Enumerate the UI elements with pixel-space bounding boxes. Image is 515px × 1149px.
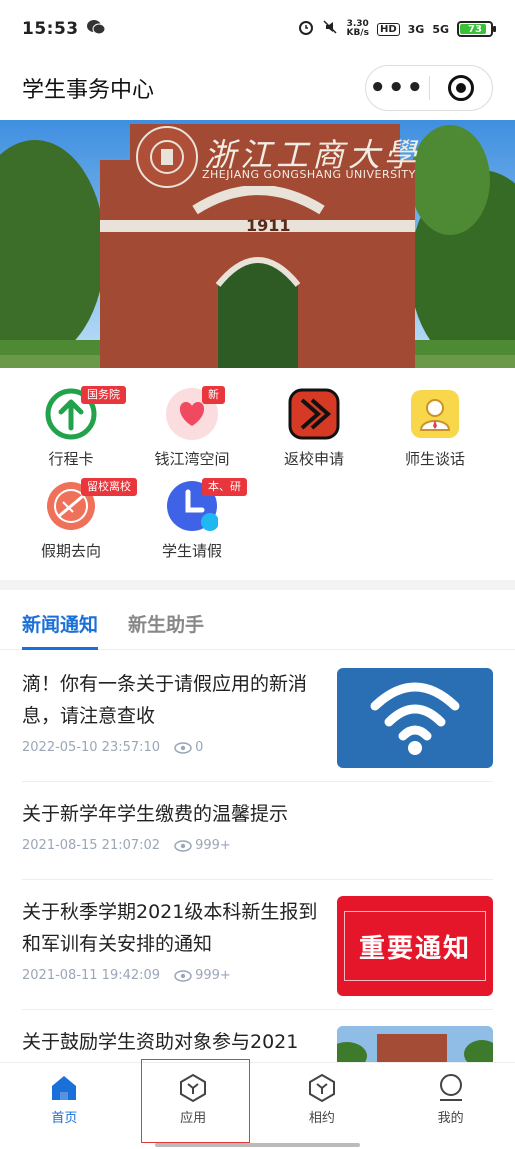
app-label: 假期去向 (40, 542, 101, 560)
important-notice-frame: 重要通知 (344, 911, 486, 981)
news-date: 2021-08-11 19:42:09 (22, 968, 161, 983)
status-bar: 15:53 3.30 KB/s HD 3G 5G 73 (0, 0, 515, 58)
app-label: 返校申请 (283, 450, 344, 468)
tab-news-notice[interactable]: 新闻通知 (22, 598, 99, 650)
nav-label: 相约 (308, 1111, 335, 1126)
page-title: 学生事务中心 (22, 78, 155, 103)
wechat-icon (86, 19, 106, 39)
section-divider (0, 580, 515, 590)
app-label: 钱江湾空间 (154, 450, 230, 468)
seal-icon (150, 140, 184, 174)
eye-icon (174, 839, 192, 852)
news-item[interactable]: 关于新学年学生缴费的温馨提示 2021-08-15 21:07:02 999+ (22, 798, 493, 880)
clock-icon: 本、研 (166, 478, 247, 532)
alarm-icon (298, 19, 314, 39)
news-thumbnail (337, 1026, 493, 1062)
profile-icon (439, 1074, 462, 1101)
app-return-application[interactable]: 返校申请 (250, 388, 378, 478)
eye-icon (174, 969, 192, 982)
nav-label: 首页 (51, 1111, 78, 1126)
app-student-leave[interactable]: 本、研 学生请假 (128, 478, 256, 570)
battery-icon: 73 (457, 21, 496, 37)
return-chevron-icon (288, 388, 340, 440)
target-icon (447, 75, 474, 101)
news-item[interactable]: 关于秋季学期2021级本科新生报到和军训有关安排的通知 2021-08-11 1… (22, 896, 493, 1010)
banner-carousel[interactable]: 浙江工商大學 ZHEJIANG GONGSHANG UNIVERSITY 191… (0, 120, 515, 368)
news-title: 关于秋季学期2021级本科新生报到和军训有关安排的通知 (22, 901, 318, 955)
news-item[interactable]: 关于鼓励学生资助对象参与2021 (22, 1026, 493, 1066)
news-meta: 2021-08-15 21:07:02 999+ (22, 838, 493, 853)
news-title: 滴！你有一条关于请假应用的新消息，请注意查收 (22, 673, 308, 727)
nav-label: 我的 (437, 1111, 464, 1126)
status-time: 15:53 (22, 19, 79, 39)
university-logo (136, 126, 198, 188)
view-count: 999+ (174, 838, 231, 853)
more-icon[interactable]: ••• (366, 75, 429, 101)
hd-indicator: HD (376, 22, 400, 36)
gate-year: 1911 (246, 216, 291, 235)
app-teacher-student-talk[interactable]: 师生谈话 (371, 388, 499, 478)
news-title: 关于鼓励学生资助对象参与2021 (22, 1031, 299, 1053)
university-name-en: ZHEJIANG GONGSHANG UNIVERSITY (202, 168, 416, 181)
person-icon (409, 388, 461, 440)
nav-profile[interactable]: 我的 (386, 1063, 515, 1149)
heart-icon: 新 (166, 386, 225, 440)
close-mini-program-button[interactable] (429, 75, 492, 101)
home-icon (52, 1076, 77, 1100)
signal-5g: 5G (432, 22, 449, 36)
news-item[interactable]: 滴！你有一条关于请假应用的新消息，请注意查收 2022-05-10 23:57:… (22, 668, 493, 782)
view-count: 999+ (174, 968, 231, 983)
app-label: 行程卡 (48, 450, 94, 468)
nav-home[interactable]: 首页 (0, 1063, 129, 1149)
nav-meet[interactable]: 相约 (258, 1063, 387, 1149)
app-badge: 国务院 (81, 386, 126, 404)
up-arrow-circle-icon: 国务院 (45, 386, 126, 440)
status-icons: 3.30 KB/s HD 3G 5G 73 (298, 19, 496, 39)
news-date: 2021-08-15 21:07:02 (22, 838, 161, 853)
news-title: 关于新学年学生缴费的温馨提示 (22, 803, 289, 825)
news-date: 2022-05-10 23:57:10 (22, 740, 161, 755)
meet-icon (308, 1073, 335, 1103)
mini-program-capsule: ••• (365, 65, 493, 111)
app-holiday-destination[interactable]: 留校离校 假期去向 (7, 478, 137, 570)
title-bar: 学生事务中心 ••• (0, 58, 515, 118)
mute-icon (322, 19, 338, 39)
news-thumbnail (337, 668, 493, 768)
app-label: 师生谈话 (404, 450, 465, 468)
app-badge: 本、研 (202, 478, 247, 496)
signal-3g: 3G (407, 22, 425, 36)
campus-photo (337, 1026, 493, 1062)
selection-highlight (141, 1059, 250, 1143)
home-indicator (155, 1143, 360, 1147)
news-tabs: 新闻通知 新生助手 (0, 598, 515, 650)
tab-freshman-helper[interactable]: 新生助手 (128, 598, 204, 650)
view-count: 0 (174, 740, 203, 755)
app-label: 学生请假 (161, 542, 222, 560)
bottom-nav: 首页 应用 相约 我的 (0, 1062, 515, 1149)
app-qianjiangwan-space[interactable]: 新 钱江湾空间 (128, 386, 256, 478)
net-speed: 3.30 KB/s (346, 19, 369, 38)
sign-icon: 留校离校 (45, 478, 137, 532)
important-notice-text: 重要通知 (358, 933, 471, 964)
eye-icon (174, 741, 192, 754)
app-badge: 新 (202, 386, 225, 404)
news-thumbnail: 重要通知 (337, 896, 493, 996)
wifi-icon (370, 682, 460, 755)
app-travel-card[interactable]: 国务院 行程卡 (7, 386, 135, 478)
